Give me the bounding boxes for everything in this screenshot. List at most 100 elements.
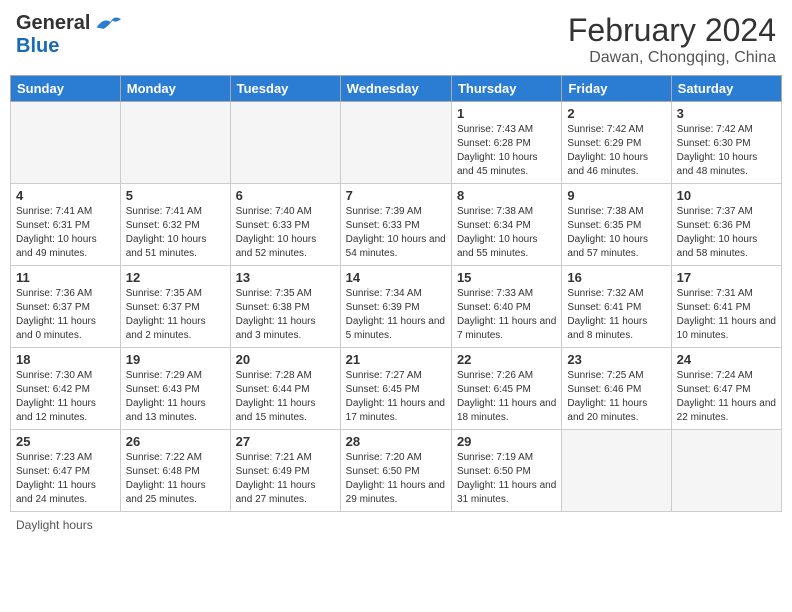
location-text: Dawan, Chongqing, China xyxy=(568,49,776,67)
sunset-text: Sunset: 6:37 PM xyxy=(126,302,200,313)
daylight-text: Daylight: 11 hours and 24 minutes. xyxy=(16,480,96,505)
daylight-text: Daylight: 11 hours and 12 minutes. xyxy=(16,398,96,423)
sunrise-text: Sunrise: 7:20 AM xyxy=(346,452,422,463)
daylight-text: Daylight: 10 hours and 52 minutes. xyxy=(236,234,317,259)
logo-general: General xyxy=(16,12,90,35)
table-row xyxy=(340,102,451,184)
table-row: 13Sunrise: 7:35 AMSunset: 6:38 PMDayligh… xyxy=(230,266,340,348)
day-number: 27 xyxy=(236,434,335,449)
month-year-title: February 2024 xyxy=(568,12,776,49)
sunrise-text: Sunrise: 7:34 AM xyxy=(346,288,422,299)
page: General Blue February 2024 Dawan, Chongq… xyxy=(0,0,792,612)
sunrise-text: Sunrise: 7:30 AM xyxy=(16,370,92,381)
sunrise-text: Sunrise: 7:25 AM xyxy=(567,370,643,381)
table-row: 27Sunrise: 7:21 AMSunset: 6:49 PMDayligh… xyxy=(230,430,340,512)
footer: Daylight hours xyxy=(0,512,792,538)
sunrise-text: Sunrise: 7:29 AM xyxy=(126,370,202,381)
day-info: Sunrise: 7:39 AMSunset: 6:33 PMDaylight:… xyxy=(346,205,446,261)
calendar-wrapper: Sunday Monday Tuesday Wednesday Thursday… xyxy=(0,75,792,512)
day-info: Sunrise: 7:23 AM Sunset: 6:47 PM Daylight:… xyxy=(16,451,115,507)
day-number: 13 xyxy=(236,270,335,285)
daylight-text: Daylight: 11 hours and 2 minutes. xyxy=(126,316,206,341)
day-number: 20 xyxy=(236,352,335,367)
daylight-text: Daylight: 11 hours and 3 minutes. xyxy=(236,316,316,341)
daylight-text: Daylight: 10 hours and 57 minutes. xyxy=(567,234,648,259)
day-info: Sunrise: 7:33 AMSunset: 6:40 PMDaylight:… xyxy=(457,287,556,343)
sunrise-text: Sunrise: 7:42 AM xyxy=(677,124,753,135)
table-row: 17Sunrise: 7:31 AMSunset: 6:41 PMDayligh… xyxy=(671,266,781,348)
day-number: 11 xyxy=(16,270,115,285)
col-friday: Friday xyxy=(562,76,671,102)
table-row: 23Sunrise: 7:25 AMSunset: 6:46 PMDayligh… xyxy=(562,348,671,430)
calendar-week-row: 4Sunrise: 7:41 AMSunset: 6:31 PMDaylight… xyxy=(11,184,782,266)
table-row: 2Sunrise: 7:42 AMSunset: 6:29 PMDaylight… xyxy=(562,102,671,184)
sunrise-text: Sunrise: 7:26 AM xyxy=(457,370,533,381)
day-number: 29 xyxy=(457,434,556,449)
day-number: 9 xyxy=(567,188,665,203)
daylight-text: Daylight: 10 hours and 45 minutes. xyxy=(457,152,538,177)
day-number: 2 xyxy=(567,106,665,121)
sunset-text: Sunset: 6:31 PM xyxy=(16,220,90,231)
table-row: 6Sunrise: 7:40 AMSunset: 6:33 PMDaylight… xyxy=(230,184,340,266)
sunrise-text: Sunrise: 7:23 AM xyxy=(16,452,92,463)
sunrise-text: Sunrise: 7:35 AM xyxy=(126,288,202,299)
logo-line: General xyxy=(16,12,121,35)
table-row: 15Sunrise: 7:33 AMSunset: 6:40 PMDayligh… xyxy=(451,266,561,348)
sunset-text: Sunset: 6:50 PM xyxy=(457,466,531,477)
table-row: 26Sunrise: 7:22 AMSunset: 6:48 PMDayligh… xyxy=(120,430,230,512)
table-row: 14 Sunrise: 7:34 AMSunset: 6:39 PMDayligh… xyxy=(340,266,451,348)
day-number: 18 xyxy=(16,352,115,367)
day-info: Sunrise: 7:40 AMSunset: 6:33 PMDaylight:… xyxy=(236,205,335,261)
daylight-text: Daylight: 11 hours and 27 minutes. xyxy=(236,480,316,505)
day-number: 24 xyxy=(677,352,776,367)
sunrise-text: Sunrise: 7:36 AM xyxy=(16,288,92,299)
daylight-text: Daylight: 10 hours and 46 minutes. xyxy=(567,152,648,177)
table-row xyxy=(671,430,781,512)
calendar-body: 1Sunrise: 7:43 AMSunset: 6:28 PMDaylight… xyxy=(11,102,782,512)
sunset-text: Sunset: 6:34 PM xyxy=(457,220,531,231)
day-info: Sunrise: 7:34 AMSunset: 6:39 PMDaylight:… xyxy=(346,287,446,343)
daylight-text: Daylight: 11 hours and 25 minutes. xyxy=(126,480,206,505)
sunset-text: Sunset: 6:38 PM xyxy=(236,302,310,313)
calendar-week-row: 25Sunrise: 7:23 AMSunset: 6:47 PMDayligh… xyxy=(11,430,782,512)
calendar-week-row: 11 Sunrise: 7:36 AM Sunset: 6:37 PM Dayligh… xyxy=(11,266,782,348)
table-row: 19Sunrise: 7:29 AMSunset: 6:43 PMDayligh… xyxy=(120,348,230,430)
col-monday: Monday xyxy=(120,76,230,102)
sunset-text: Sunset: 6:33 PM xyxy=(236,220,310,231)
sunrise-text: Sunrise: 7:27 AM xyxy=(346,370,422,381)
table-row: 12Sunrise: 7:35 AMSunset: 6:37 PMDayligh… xyxy=(120,266,230,348)
table-row: 11Sunrise: 7:36 AMSunset: 6:37 PMDayligh… xyxy=(11,266,121,348)
table-row: 3Sunrise: 7:42 AMSunset: 6:30 PMDaylight… xyxy=(671,102,781,184)
day-info: Sunrise: 7:41 AMSunset: 6:32 PMDaylight:… xyxy=(126,205,225,261)
logo-blue: Blue xyxy=(16,35,59,58)
day-number: 14 xyxy=(346,270,446,285)
sunset-text: Sunset: 6:29 PM xyxy=(567,138,641,149)
sunrise-text: Sunrise: 7:21 AM xyxy=(236,452,312,463)
sunset-text: Sunset: 6:45 PM xyxy=(346,384,420,395)
day-info: Sunrise: 7:32 AMSunset: 6:41 PMDaylight:… xyxy=(567,287,665,343)
day-number: 8 xyxy=(457,188,556,203)
day-number: 7 xyxy=(346,188,446,203)
sunset-text: Sunset: 6:32 PM xyxy=(126,220,200,231)
calendar-week-row: 18 Sunrise: 7:30 AM Sunset: 6:42 PM Dayligh… xyxy=(11,348,782,430)
daylight-text: Daylight: 11 hours and 18 minutes. xyxy=(457,398,556,423)
table-row: 29 Sunrise: 7:19 AMSunset: 6:50 PMDayligh… xyxy=(451,430,561,512)
day-number: 3 xyxy=(677,106,776,121)
day-number: 22 xyxy=(457,352,556,367)
table-row: 28Sunrise: 7:20 AMSunset: 6:50 PMDayligh… xyxy=(340,430,451,512)
sunset-text: Sunset: 6:47 PM xyxy=(16,466,90,477)
table-row: 22Sunrise: 7:26 AMSunset: 6:45 PMDayligh… xyxy=(451,348,561,430)
sunset-text: Sunset: 6:42 PM xyxy=(16,384,90,395)
daylight-text: Daylight: 10 hours and 51 minutes. xyxy=(126,234,207,259)
table-row: 4Sunrise: 7:41 AMSunset: 6:31 PMDaylight… xyxy=(11,184,121,266)
day-number: 16 xyxy=(567,270,665,285)
sunset-text: Sunset: 6:46 PM xyxy=(567,384,641,395)
daylight-text: Daylight: 11 hours and 8 minutes. xyxy=(567,316,647,341)
day-info: Sunrise: 7:28 AMSunset: 6:44 PMDaylight:… xyxy=(236,369,335,425)
daylight-text: Daylight: 10 hours and 54 minutes. xyxy=(346,234,446,259)
sunset-text: Sunset: 6:41 PM xyxy=(677,302,751,313)
day-info: Sunrise: 7:22 AMSunset: 6:48 PMDaylight:… xyxy=(126,451,225,507)
day-info: Sunrise: 7:19 AMSunset: 6:50 PMDaylight:… xyxy=(457,451,556,507)
daylight-text: Daylight: 11 hours and 7 minutes. xyxy=(457,316,556,341)
day-info: Sunrise: 7:35 AM Sunset: 6:37 PM Daylight:… xyxy=(126,287,225,343)
